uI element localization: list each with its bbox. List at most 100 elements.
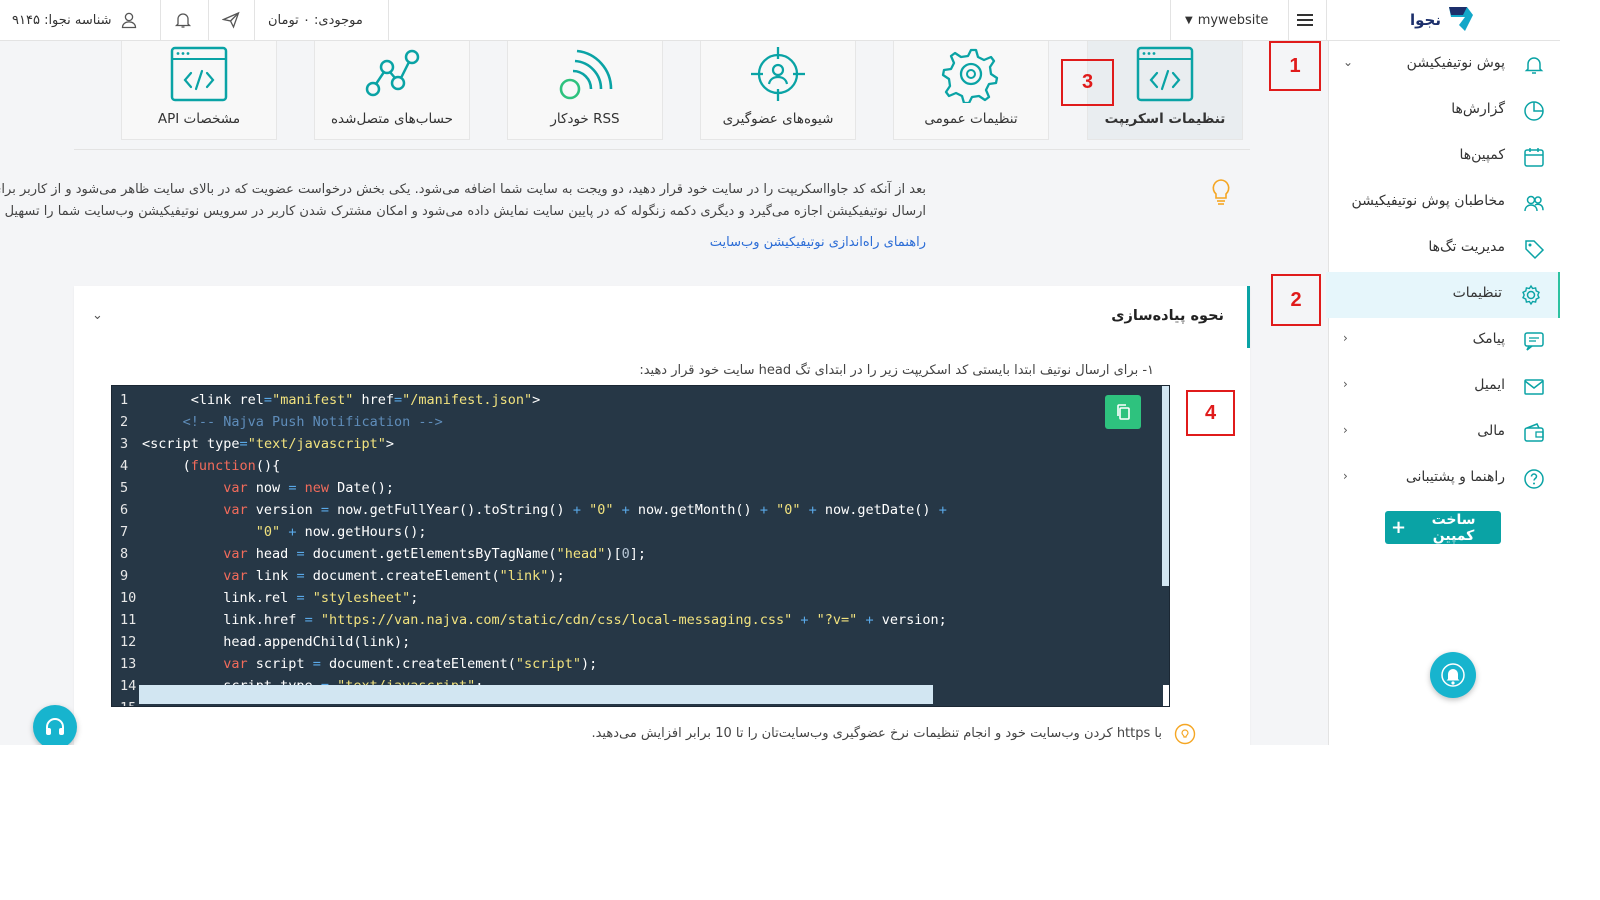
code-line: 12 head.appendChild(link); [112,631,1162,653]
notification-bell-button[interactable] [1430,652,1476,698]
tab-label: RSS خودکار [550,111,620,127]
gear-icon [941,48,999,103]
code-window-icon [1136,46,1194,102]
sidebar-item[interactable]: مدیریت تگ‌ها [1329,226,1560,272]
annotation-3: 3 [1061,59,1114,106]
menu-toggle-button[interactable] [1296,0,1314,40]
line-number: 7 [120,524,129,540]
sidebar-item[interactable]: ایمیل ‹ [1329,364,1560,410]
code-lines: 1 <link rel="manifest" href="/manifest.j… [112,389,1162,706]
sidebar-item[interactable]: پوش نوتیفیکیشن ⌄ [1329,42,1560,88]
tab-label: تنظیمات اسکریپت [1104,111,1226,127]
code-vertical-scrollbar[interactable] [1162,386,1169,586]
code-text: link.href = "https://van.najva.com/stati… [142,612,947,628]
balance: موجودی: ۰ تومان [268,0,363,40]
chevron-icon: ‹ [1343,469,1348,483]
code-text: (function(){ [142,458,281,474]
website-selector[interactable]: ▼ mywebsite [1185,0,1268,40]
user-id[interactable]: شناسه نجوا: ۹۱۴۵ [12,0,138,40]
code-line: 1 <link rel="manifest" href="/manifest.j… [112,389,1162,411]
najva-logo[interactable]: نجوا [1410,0,1480,40]
messages-button[interactable] [222,0,240,40]
gear-icon [1522,284,1540,306]
chevron-down-icon: ▼ [1185,14,1193,26]
line-number: 9 [120,568,129,584]
calendar-icon [1524,148,1544,167]
code-editor[interactable]: 1 <link rel="manifest" href="/manifest.j… [111,385,1170,707]
main-content: تنظیمات اسکریپت تنظیمات عمومی شیوه‌های ع… [0,41,1328,745]
code-text: var version = now.getFullYear().toString… [223,502,947,518]
sidebar-item-label: مالی [1477,423,1505,439]
https-tip: با https کردن وب‌سایت خود و انجام تنظیما… [591,726,1162,741]
sidebar-item-label: گزارش‌ها [1451,101,1505,117]
sidebar-item[interactable]: راهنما و پشتیبانی ‹ [1329,456,1560,502]
tab-subscription-methods[interactable]: شیوه‌های عضوگیری [700,41,856,140]
tab-label: تنظیمات عمومی [924,111,1018,127]
code-line: 3 <script type="text/javascript"> [112,433,1162,455]
help-icon [1524,469,1544,489]
sidebar-item[interactable]: پیامک ‹ [1329,318,1560,364]
annotation-1: 1 [1269,41,1321,91]
sidebar-item[interactable]: تنظیمات [1326,272,1560,318]
sidebar-item[interactable]: مخاطبان پوش نوتیفیکیشن [1329,180,1560,226]
copy-icon [1117,404,1130,420]
line-number: 1 [120,392,129,408]
step-1-instruction: ۱- برای ارسال نوتیف ابتدا بایستی کد اسکر… [639,363,1154,378]
bell-icon [1441,663,1465,687]
chart-pie-icon [1524,101,1544,121]
code-text: var link = document.createElement("link"… [223,568,565,584]
mail-icon [1524,379,1544,395]
message-icon [1524,332,1544,351]
info-text: بعد از آنکه کد جاوااسکریپت را در سایت خو… [0,179,926,223]
code-text: head.appendChild(link); [142,634,411,650]
line-number: 5 [120,480,129,496]
tab-connected-accounts[interactable]: حساب‌های متصل‌شده [314,41,470,140]
line-number: 11 [120,612,137,628]
sidebar-item-label: پیامک [1472,331,1505,347]
sidebar-item[interactable]: مالی ‹ [1329,410,1560,456]
tab-label: شیوه‌های عضوگیری [722,111,834,127]
tag-icon [1525,240,1545,260]
line-number: 6 [120,502,129,518]
code-text: var now = new Date(); [223,480,395,496]
plus-icon: + [1391,517,1407,538]
code-line: 13 var script = document.createElement("… [112,653,1162,675]
notifications-button[interactable] [174,0,192,40]
sidebar-item[interactable]: کمپین‌ها [1329,134,1560,180]
logo-text: نجوا [1410,11,1441,29]
code-text: <script type="text/javascript"> [142,436,394,452]
top-bar: شناسه نجوا: ۹۱۴۵ موجودی: ۰ تومان ▼ myweb… [0,0,1560,41]
line-number: 3 [120,436,129,452]
tabs-divider [74,149,1250,150]
code-line: 10 link.rel = "stylesheet"; [112,587,1162,609]
collapse-chevron-icon[interactable]: ⌄ [92,308,103,323]
code-line: 8 var head = document.getElementsByTagNa… [112,543,1162,565]
code-text: "0" + now.getHours(); [255,524,427,540]
tab-general-settings[interactable]: تنظیمات عمومی [893,41,1049,140]
website-name: mywebsite [1197,12,1269,28]
copy-code-button[interactable] [1105,395,1141,429]
code-text: var head = document.getElementsByTagName… [223,546,647,562]
target-user-icon [751,47,805,101]
line-number: 13 [120,656,137,672]
tab-auto-rss[interactable]: RSS خودکار [507,41,663,140]
sidebar-item-label: کمپین‌ها [1459,147,1505,163]
code-horizontal-scrollbar[interactable] [139,685,933,704]
support-chat-button[interactable] [33,705,77,745]
sidebar-item-label: مخاطبان پوش نوتیفیکیشن [1351,193,1506,209]
rss-icon [559,49,613,100]
sidebar: ساخت کمپین + پوش نوتیفیکیشن ⌄ گزارش‌ها کمپی… [1326,41,1560,745]
annotation-2: 2 [1271,274,1321,326]
sidebar-item[interactable]: گزارش‌ها [1329,88,1560,134]
code-line: 2 <!-- Najva Push Notification --> [112,411,1162,433]
implementation-card: نحوه پیاده‌سازی ⌄ ۱- برای ارسال نوتیف اب… [74,286,1250,745]
code-line: 5 var now = new Date(); [112,477,1162,499]
setup-guide-link[interactable]: راهنمای راه‌اندازی نوتیفیکیشن وب‌سایت [710,235,926,250]
code-line: 6 var version = now.getFullYear().toStri… [112,499,1162,521]
create-campaign-label: ساخت کمپین [1431,511,1476,544]
create-campaign-button[interactable]: ساخت کمپین + [1385,511,1501,544]
line-number: 4 [120,458,129,474]
code-window-icon [170,46,228,102]
tab-api-details[interactable]: مشخصات API [121,41,277,140]
line-number: 12 [120,634,137,650]
